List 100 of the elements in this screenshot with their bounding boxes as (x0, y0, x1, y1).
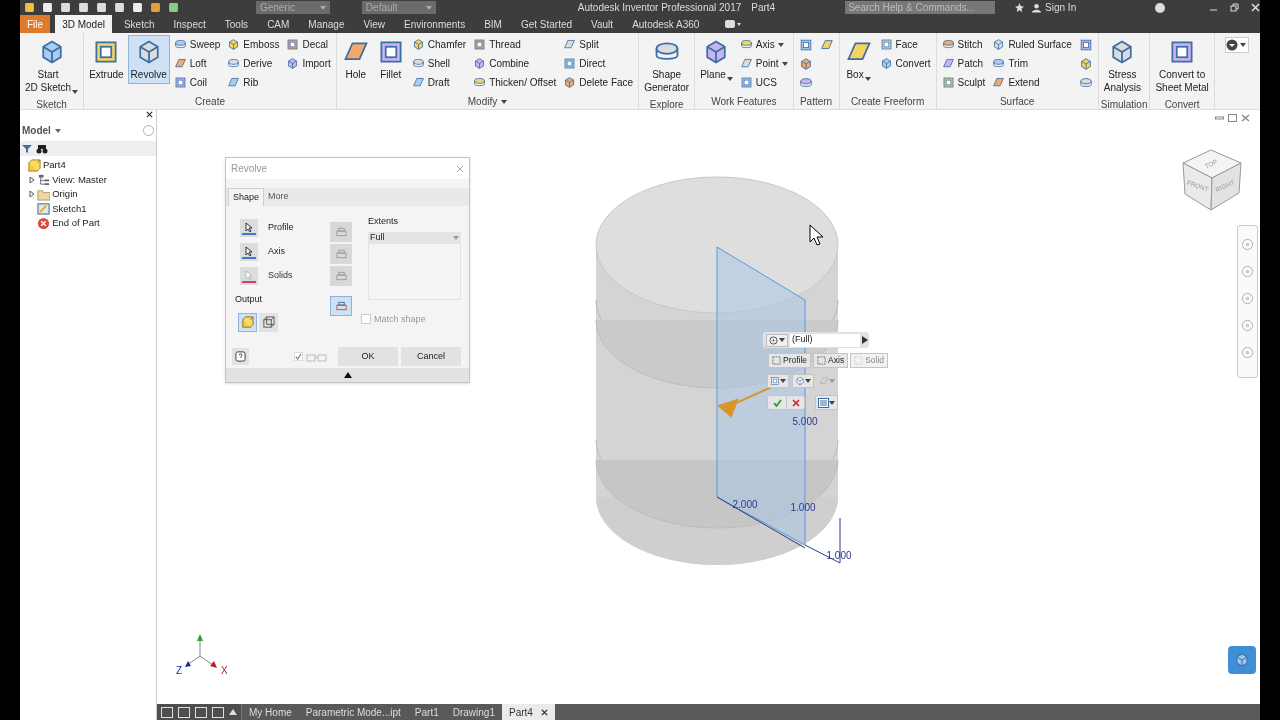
play-icon[interactable] (862, 336, 868, 344)
ribbon-button[interactable]: UCS (736, 73, 791, 92)
document-tab[interactable]: My Home (242, 704, 299, 720)
document-tab[interactable]: Part4 (502, 704, 555, 720)
quick-menu-icon[interactable] (725, 20, 742, 28)
preview-checkbox[interactable] (294, 352, 303, 361)
dialog-tab[interactable]: More (264, 188, 293, 206)
dimension-value[interactable]: 5.000 (792, 416, 818, 427)
expand-arrow-icon[interactable] (29, 191, 36, 198)
ribbon-button[interactable]: Combine (470, 54, 560, 73)
binoculars-icon[interactable] (36, 143, 48, 154)
ribbon-tab[interactable]: Environments (397, 15, 473, 33)
selector-button[interactable]: Profile (768, 353, 812, 368)
ribbon-button[interactable]: Chamfer (408, 35, 470, 54)
dialog-tab[interactable]: Shape (228, 188, 265, 206)
output-button[interactable] (259, 312, 278, 332)
ribbon-button[interactable]: Loft (170, 54, 224, 73)
dimension-value[interactable]: 2.000 (732, 499, 758, 510)
cancel-button[interactable]: Cancel (401, 347, 461, 366)
select-button[interactable] (240, 243, 258, 261)
ribbon-tab[interactable]: BIM (477, 15, 509, 33)
ribbon-button[interactable]: Sweep (170, 35, 224, 54)
ribbon-options-button[interactable] (1224, 37, 1249, 53)
ribbon-button[interactable]: Thread (470, 35, 560, 54)
ribbon-button[interactable]: Fillet (373, 35, 408, 84)
ribbon-button[interactable]: Hole (338, 35, 373, 84)
ribbon-tab[interactable]: 3D Model (55, 15, 112, 33)
ribbon-button[interactable]: Emboss (224, 35, 283, 54)
tree-item[interactable]: Sketch1 (52, 201, 87, 216)
ribbon-button[interactable]: Draft (408, 73, 470, 92)
checkbox[interactable] (361, 314, 371, 325)
ribbon-button[interactable]: Box (841, 35, 876, 84)
user-icon[interactable] (1032, 2, 1042, 13)
document-tab[interactable]: Part1 (407, 704, 446, 720)
tree-item[interactable]: View: Master (52, 172, 107, 187)
ribbon-button[interactable]: Thicken/ Offset (470, 73, 560, 92)
ribbon-button[interactable]: Rib (224, 73, 283, 92)
ribbon-button[interactable]: Face (876, 35, 934, 54)
operation-dropdown[interactable] (792, 374, 814, 388)
ribbon-button[interactable]: Import (283, 54, 334, 73)
sign-in-link[interactable]: Sign In (1045, 0, 1126, 15)
help-button[interactable] (232, 348, 249, 365)
ok-button[interactable]: OK (338, 347, 398, 366)
ribbon-button[interactable]: Revolve (127, 35, 170, 84)
ribbon-button[interactable]: Coil (170, 73, 224, 92)
selector-button[interactable]: Axis (813, 353, 849, 368)
ribbon-tab[interactable]: Tools (217, 15, 256, 33)
extents-dropdown[interactable]: Full (368, 231, 461, 244)
ribbon-button[interactable]: Shell (408, 54, 470, 73)
ribbon-button[interactable]: Trim (989, 54, 1075, 73)
dimension-value[interactable]: 1.000 (826, 550, 852, 561)
ribbon-button[interactable]: Decal (283, 35, 334, 54)
ribbon-button[interactable]: Ruled Surface (989, 35, 1075, 54)
ribbon-tab[interactable]: Autodesk A360 (625, 15, 707, 33)
expand-icon[interactable] (343, 372, 352, 378)
ribbon-button[interactable]: Convert (876, 54, 934, 73)
ribbon-tab[interactable]: CAM (260, 15, 297, 33)
tree-item[interactable]: End of Part (52, 216, 100, 231)
close-icon[interactable] (540, 708, 548, 716)
select-button[interactable] (240, 219, 258, 237)
ribbon-button[interactable]: Plane (697, 35, 736, 84)
output-button[interactable] (238, 312, 257, 332)
ribbon-button[interactable]: Delete Face (560, 73, 637, 92)
extent-field[interactable]: (Full) (790, 333, 860, 347)
ribbon-tab[interactable]: Get Started (513, 15, 580, 33)
document-tab[interactable]: Drawing1 (445, 704, 502, 720)
minimize-icon[interactable] (1215, 114, 1224, 122)
search-field[interactable]: Search Help & Commands... (845, 1, 996, 14)
ribbon-button[interactable]: Patch (938, 54, 989, 73)
filter-icon[interactable] (22, 143, 32, 154)
direction-button[interactable] (330, 296, 352, 316)
ribbon-button[interactable]: Stitch (938, 35, 989, 54)
restore-icon[interactable] (1228, 114, 1237, 122)
ribbon-tab[interactable]: Inspect (166, 15, 213, 33)
ribbon-tab[interactable]: View (356, 15, 392, 33)
document-tab[interactable]: Parametric Mode...ipt (298, 704, 408, 720)
extent-dropdown[interactable] (766, 333, 788, 347)
ribbon-button[interactable]: Direct (560, 54, 637, 73)
ribbon-button[interactable]: Start 2D Sketch (22, 35, 82, 97)
ribbon-button[interactable]: Extrude (86, 35, 127, 84)
tree-item[interactable]: Origin (52, 187, 78, 202)
up-arrow-icon[interactable] (229, 709, 237, 715)
ribbon-button[interactable]: Split (560, 35, 637, 54)
ribbon-tab[interactable]: Vault (584, 15, 621, 33)
ribbon-button[interactable]: Stress Analysis (1100, 35, 1144, 97)
ribbon-button[interactable]: Extend (989, 73, 1075, 92)
close-icon[interactable] (146, 111, 153, 118)
ribbon-button[interactable]: Sculpt (938, 73, 989, 92)
dimension-value[interactable]: 1.000 (790, 502, 816, 513)
tree-item[interactable]: Part4 (43, 158, 66, 173)
options-dropdown[interactable] (815, 395, 838, 410)
ribbon-button[interactable]: Axis (736, 35, 791, 54)
star-icon[interactable] (1015, 3, 1025, 12)
ribbon-button[interactable]: Derive (224, 54, 283, 73)
ribbon-button[interactable]: Shape Generator (641, 35, 693, 97)
ribbon-button[interactable]: Point (736, 54, 791, 73)
browser-title[interactable]: Model (22, 123, 51, 138)
ribbon-tab[interactable]: Manage (301, 15, 352, 33)
ribbon-tab[interactable]: Sketch (116, 15, 162, 33)
ribbon-button[interactable]: Convert to Sheet Metal (1152, 35, 1212, 97)
